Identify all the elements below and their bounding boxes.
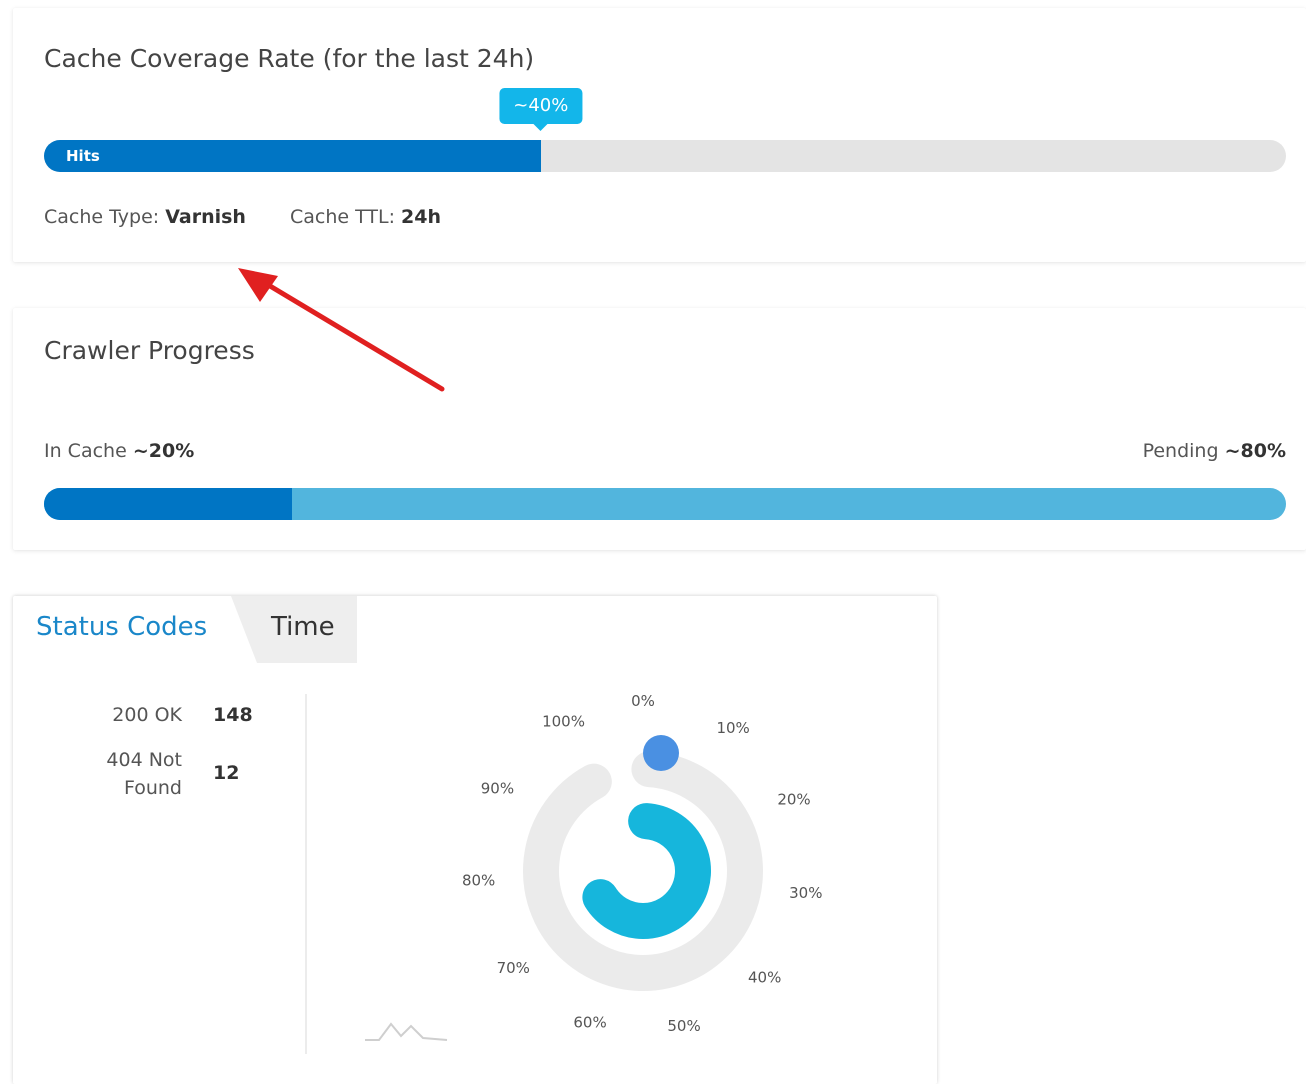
- crawler-progress-card: Crawler Progress In Cache ~20% Pending ~…: [13, 308, 1306, 550]
- pending-label: Pending: [1142, 440, 1219, 462]
- in-cache-info: In Cache ~20%: [44, 440, 194, 462]
- gauge-tick-label: 60%: [573, 1013, 606, 1031]
- hits-label: Hits: [66, 147, 100, 165]
- cache-type-info: Cache Type: Varnish: [44, 206, 246, 228]
- gauge-tick-label: 100%: [542, 712, 585, 730]
- column-divider: [305, 694, 307, 1054]
- gauge-outer-arc: [523, 751, 763, 991]
- status-codes-card: Status Codes Time 200 OK 148 404 Not Fou…: [13, 596, 937, 1084]
- status-gauge: 0% 10% 20% 30% 40% 50% 60% 70% 80% 90% 100%: [365, 692, 822, 1041]
- status-code-label: 404 Not Found: [106, 749, 182, 799]
- status-code-count: 148: [213, 704, 253, 726]
- annotation-arrow-icon: [238, 268, 445, 392]
- cache-type-value: Varnish: [165, 206, 246, 228]
- gauge-inner-arc: [582, 803, 711, 939]
- cache-coverage-card: Cache Coverage Rate (for the last 24h) ~…: [13, 8, 1306, 262]
- gauge-tick-label: 0%: [631, 692, 655, 710]
- in-cache-label: In Cache: [44, 440, 127, 462]
- gauge-marker: [643, 735, 679, 771]
- sparkline-icon: [365, 1022, 448, 1041]
- gauge-tick-label: 10%: [716, 719, 749, 737]
- cache-hits-fill: [44, 140, 541, 172]
- cache-ttl-info: Cache TTL: 24h: [290, 206, 441, 228]
- cache-coverage-bar: Hits: [44, 140, 1286, 172]
- gauge-tick-label: 20%: [777, 791, 810, 809]
- crawler-progress-title: Crawler Progress: [44, 336, 255, 365]
- crawler-progress-bar: [44, 488, 1286, 520]
- gauge-tick-label: 30%: [789, 884, 822, 902]
- pending-value: ~80%: [1224, 440, 1286, 462]
- pending-info: Pending ~80%: [1143, 440, 1286, 462]
- in-cache-fill: [44, 488, 293, 520]
- status-code-label: 200 OK: [112, 704, 182, 726]
- gauge-tick-label: 70%: [497, 959, 530, 977]
- cache-ttl-value: 24h: [401, 206, 442, 228]
- gauge-tick-label: 50%: [667, 1017, 700, 1035]
- in-cache-value: ~20%: [132, 440, 195, 462]
- gauge-tick-label: 90%: [481, 779, 514, 797]
- tab-status-codes[interactable]: Status Codes: [36, 612, 207, 642]
- coverage-percent-tooltip: ~40%: [499, 88, 583, 131]
- gauge-tick-label: 80%: [462, 871, 495, 889]
- tab-time[interactable]: Time: [271, 612, 335, 642]
- cache-type-label: Cache Type:: [44, 206, 160, 228]
- status-code-count: 12: [213, 762, 240, 784]
- gauge-tick-label: 40%: [748, 968, 781, 986]
- cache-coverage-title: Cache Coverage Rate (for the last 24h): [44, 44, 535, 73]
- cache-ttl-label: Cache TTL:: [290, 206, 395, 228]
